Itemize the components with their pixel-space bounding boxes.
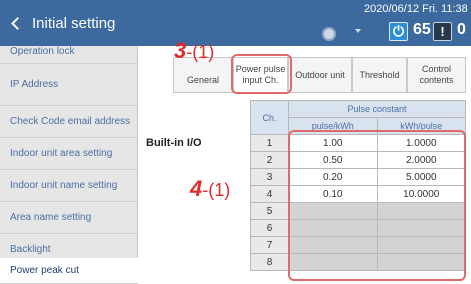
col-header-pulse-constant: Pulse constant bbox=[288, 100, 466, 118]
dropdown-arrow-icon[interactable] bbox=[355, 29, 361, 33]
tab-control-contents-label: Control contents bbox=[419, 64, 454, 85]
annotation-step-4-number: 4 bbox=[190, 176, 203, 201]
back-button[interactable]: Initial setting bbox=[4, 8, 115, 38]
row-ch: 2 bbox=[250, 151, 289, 169]
sidebar-item-ip-address[interactable]: IP Address bbox=[0, 64, 138, 106]
annotation-step-4-sub: -(1) bbox=[202, 180, 231, 200]
row-ch: 5 bbox=[250, 202, 289, 220]
chevron-left-icon bbox=[11, 16, 24, 30]
row-ch: 7 bbox=[250, 236, 289, 254]
sidebar-item-indoor-unit-name[interactable]: Indoor unit name setting bbox=[0, 170, 138, 202]
highlight-pulse-values bbox=[288, 130, 466, 281]
sidebar-item-power-peak-cut[interactable]: Power peak cut bbox=[0, 258, 138, 284]
col-header-ch: Ch. bbox=[250, 100, 289, 135]
annotation-step-3-number: 3 bbox=[174, 38, 187, 63]
sidebar: Operation lock IP Address Check Code ema… bbox=[0, 46, 138, 284]
sidebar-item-check-code-email[interactable]: Check Code email address bbox=[0, 106, 138, 138]
mode-toggle-icon[interactable] bbox=[322, 27, 336, 41]
tab-general-label: General bbox=[186, 74, 220, 85]
annotation-step-4: 4-(1) bbox=[190, 176, 230, 202]
tab-threshold-label: Threshold bbox=[359, 69, 400, 80]
tab-outdoor-unit-label: Outdoor unit bbox=[295, 69, 345, 80]
sidebar-item-indoor-unit-area[interactable]: Indoor unit area setting bbox=[0, 138, 138, 170]
row-ch: 1 bbox=[250, 134, 289, 152]
row-ch: 3 bbox=[250, 168, 289, 186]
warning-icon[interactable]: ! bbox=[433, 22, 452, 41]
sidebar-item-operation-lock[interactable]: Operation lock bbox=[0, 40, 138, 64]
annotation-step-3: 3-(1) bbox=[174, 38, 214, 64]
warning-count: 0 bbox=[457, 21, 466, 38]
row-ch: 8 bbox=[250, 253, 289, 271]
power-count: 65 bbox=[413, 21, 431, 38]
tab-control-contents[interactable]: Control contents bbox=[407, 57, 466, 93]
section-label: Built-in I/O bbox=[146, 137, 202, 149]
sidebar-item-area-name[interactable]: Area name setting bbox=[0, 202, 138, 234]
page-title: Initial setting bbox=[32, 14, 116, 32]
highlight-power-pulse-tab bbox=[231, 54, 292, 94]
annotation-step-3-sub: -(1) bbox=[186, 42, 215, 62]
tab-threshold[interactable]: Threshold bbox=[352, 57, 407, 93]
power-icon[interactable]: ⏻ bbox=[389, 22, 408, 41]
row-ch: 4 bbox=[250, 185, 289, 203]
row-ch: 6 bbox=[250, 219, 289, 237]
tab-outdoor-unit[interactable]: Outdoor unit bbox=[288, 57, 352, 93]
datetime-display: 2020/06/12 Fri. 11:38 bbox=[364, 3, 468, 15]
